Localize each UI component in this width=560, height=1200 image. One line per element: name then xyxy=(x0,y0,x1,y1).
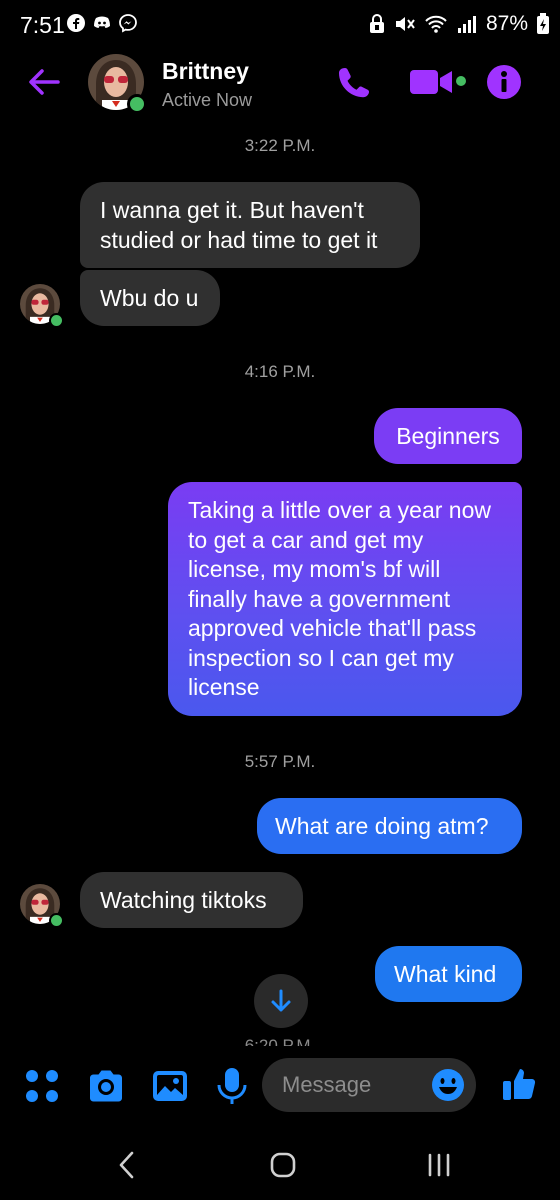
discord-icon xyxy=(94,16,110,28)
notification-icons xyxy=(66,13,138,33)
facebook-icon xyxy=(67,14,85,32)
camera-icon[interactable] xyxy=(86,1066,126,1106)
incoming-message[interactable]: I wanna get it. But haven't studied or h… xyxy=(80,182,420,268)
contact-status: Active Now xyxy=(162,90,253,110)
status-bar: 7:51 87% xyxy=(0,0,560,50)
outgoing-message[interactable]: What are doing atm? xyxy=(257,798,522,854)
microphone-icon[interactable] xyxy=(212,1066,252,1106)
contact-name[interactable]: Brittney xyxy=(162,58,249,85)
incoming-message[interactable]: Watching tiktoks xyxy=(80,872,303,928)
mute-icon xyxy=(395,17,415,31)
phone-icon[interactable] xyxy=(336,64,372,100)
online-indicator xyxy=(49,313,64,328)
outgoing-message[interactable]: What kind xyxy=(375,946,522,1002)
message-timestamp: 3:22 P.M. xyxy=(244,136,316,155)
status-time: 7:51 xyxy=(20,12,65,38)
battery-icon xyxy=(537,13,549,34)
nav-home-icon[interactable] xyxy=(268,1150,298,1180)
online-indicator xyxy=(49,913,64,928)
emoji-icon[interactable] xyxy=(430,1067,466,1103)
thumbs-up-icon[interactable] xyxy=(500,1064,540,1104)
scroll-to-bottom-button[interactable] xyxy=(254,974,308,1028)
message-timestamp: 4:16 P.M. xyxy=(244,362,316,381)
gallery-icon[interactable] xyxy=(150,1066,190,1106)
nav-back-icon[interactable] xyxy=(114,1150,140,1180)
outgoing-message[interactable]: Taking a little over a year now to get a… xyxy=(168,482,522,716)
back-arrow-icon[interactable] xyxy=(26,64,62,100)
arrow-down-icon xyxy=(271,989,291,1012)
online-indicator xyxy=(127,94,147,114)
system-status: 87% xyxy=(368,12,550,36)
incoming-message[interactable]: Wbu do u xyxy=(80,270,220,326)
lock-icon xyxy=(369,14,384,33)
outgoing-message[interactable]: Beginners xyxy=(374,408,522,464)
wifi-icon xyxy=(425,15,447,33)
video-active-dot xyxy=(456,76,466,86)
message-timestamp: 6:20 P.M. xyxy=(244,1036,316,1046)
menu-dots-icon[interactable] xyxy=(22,1066,62,1106)
info-icon[interactable] xyxy=(486,64,522,100)
video-camera-icon[interactable] xyxy=(408,66,458,98)
nav-recents-icon[interactable] xyxy=(424,1150,454,1180)
message-timestamp: 5:57 P.M. xyxy=(244,752,316,771)
messenger-icon xyxy=(119,14,137,33)
signal-icon xyxy=(457,16,476,33)
conversation-header xyxy=(0,52,560,124)
message-placeholder: Message xyxy=(282,1072,372,1097)
battery-percent: 87% xyxy=(485,12,528,35)
